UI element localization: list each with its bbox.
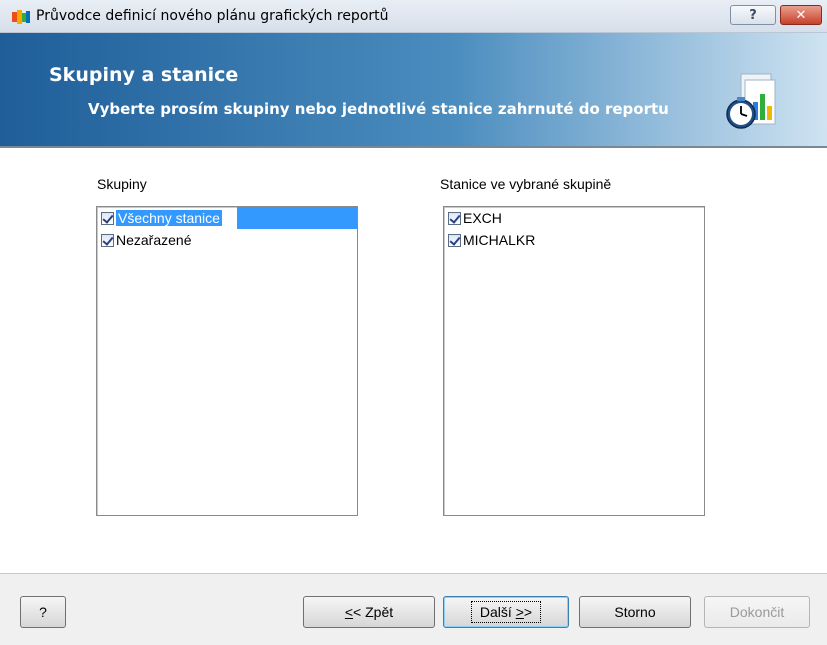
stations-label: Stanice ve vybrané skupině bbox=[440, 176, 612, 192]
selection-highlight bbox=[237, 207, 357, 229]
next-button-suffix: > bbox=[523, 604, 533, 620]
group-item-label: Všechny stanice bbox=[116, 210, 222, 226]
wizard-window: Průvodce definicí nového plánu grafickýc… bbox=[0, 0, 827, 645]
page-subtitle: Vyberte prosím skupiny nebo jednotlivé s… bbox=[88, 100, 669, 118]
group-item-all-stations[interactable]: Všechny stanice bbox=[97, 207, 357, 229]
title-bar[interactable]: Průvodce definicí nového plánu grafickýc… bbox=[0, 0, 827, 33]
back-button-mnemonic: < bbox=[344, 604, 354, 620]
stations-list[interactable]: EXCH MICHALKR bbox=[443, 206, 705, 516]
station-item-label: MICHALKR bbox=[463, 232, 536, 248]
next-button[interactable]: Další >> bbox=[443, 596, 569, 628]
help-button[interactable]: ? bbox=[20, 596, 66, 628]
close-button[interactable]: ✕ bbox=[780, 5, 822, 25]
checkbox[interactable] bbox=[101, 211, 114, 225]
group-item-label: Nezařazené bbox=[116, 232, 192, 248]
next-button-mnemonic: > bbox=[515, 604, 524, 620]
button-bar: ? < < Zpět Další >> Storno Dokončit bbox=[0, 573, 827, 645]
window-title: Průvodce definicí nového plánu grafickýc… bbox=[36, 8, 389, 24]
cancel-button[interactable]: Storno bbox=[579, 596, 691, 628]
checkbox[interactable] bbox=[101, 233, 114, 247]
app-logo-icon bbox=[12, 10, 30, 24]
title-help-button[interactable]: ? bbox=[730, 5, 776, 25]
next-button-label: Další bbox=[479, 604, 516, 620]
next-button-focus: Další >> bbox=[470, 601, 542, 623]
back-button-label: < Zpět bbox=[353, 604, 394, 620]
group-item-unassigned[interactable]: Nezařazené bbox=[97, 229, 357, 251]
station-item-michalkr[interactable]: MICHALKR bbox=[444, 229, 704, 251]
station-item-exch[interactable]: EXCH bbox=[444, 207, 704, 229]
station-item-label: EXCH bbox=[463, 210, 502, 226]
report-clock-chart-icon bbox=[726, 73, 776, 129]
back-button[interactable]: < < Zpět bbox=[303, 596, 435, 628]
page-title: Skupiny a stanice bbox=[49, 64, 239, 86]
groups-list[interactable]: Všechny stanice Nezařazené bbox=[96, 206, 358, 516]
finish-button[interactable]: Dokončit bbox=[704, 596, 810, 628]
checkbox[interactable] bbox=[448, 233, 461, 247]
groups-label: Skupiny bbox=[97, 176, 147, 192]
wizard-header bbox=[0, 33, 827, 146]
checkbox[interactable] bbox=[448, 211, 461, 225]
